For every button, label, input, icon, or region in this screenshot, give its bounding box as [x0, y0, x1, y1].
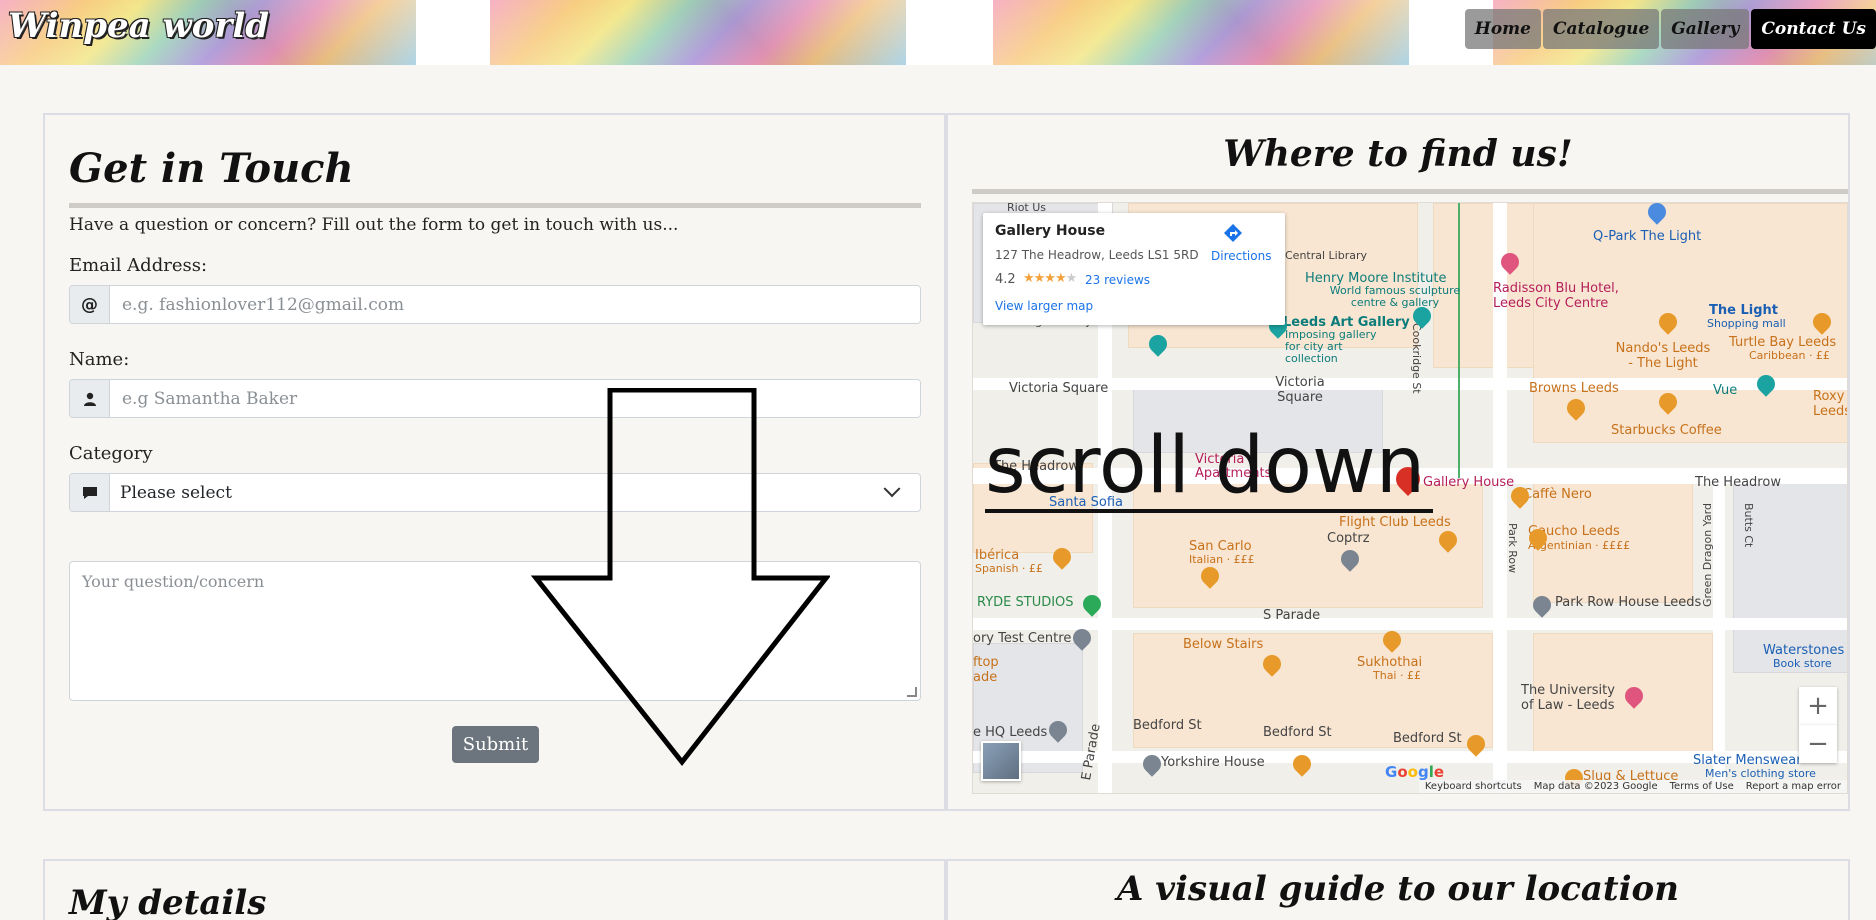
- map-label-univ-law: The University of Law - Leeds: [1521, 683, 1615, 713]
- email-label: Email Address:: [69, 255, 208, 276]
- title-divider: [69, 203, 921, 208]
- user-icon: [70, 380, 110, 417]
- map-label-park-row: Park Row: [1506, 523, 1519, 574]
- map-label-coptrz: Coptrz: [1327, 531, 1370, 546]
- terms-link[interactable]: Terms of Use: [1670, 781, 1734, 792]
- directions-icon[interactable]: [1223, 223, 1243, 243]
- category-selected-value: Please select: [120, 482, 232, 503]
- map-label-hq-leeds: e HQ Leeds: [973, 725, 1048, 740]
- map-label-the-light-sub: Shopping mall: [1707, 317, 1786, 330]
- name-label: Name:: [69, 349, 130, 370]
- comment-icon: [70, 474, 110, 511]
- map-label-s-parade: S Parade: [1263, 608, 1321, 623]
- place-name: Gallery House: [995, 223, 1106, 239]
- map-label-gallery-house-pin: Gallery House: [1423, 475, 1515, 490]
- map-label-henry-moore-sub: World famous sculpture centre & gallery: [1329, 284, 1461, 309]
- map-label-radisson: Radisson Blu Hotel, Leeds City Centre: [1493, 281, 1619, 311]
- nav-home[interactable]: Home: [1464, 9, 1541, 49]
- map-label-nandos: Nando's Leeds - The Light: [1615, 341, 1711, 371]
- map-label-the-headrow: The Headrow: [1695, 475, 1781, 490]
- view-larger-map-link[interactable]: View larger map: [995, 299, 1093, 313]
- site-header: Winpea world Home Catalogue Gallery Cont…: [0, 0, 1876, 65]
- my-details-panel: My details: [43, 859, 946, 920]
- map-label-bedford-st-1: Bedford St: [1133, 718, 1202, 733]
- title-divider: [972, 189, 1848, 194]
- zoom-in-button[interactable]: +: [1799, 687, 1837, 725]
- google-logo: Google: [1385, 763, 1445, 781]
- map-label-turtle-bay-sub: Caribbean · ££: [1749, 349, 1830, 362]
- map-label-starbucks: Starbucks Coffee: [1611, 423, 1722, 438]
- place-rating: 4.2: [995, 272, 1016, 287]
- map-label-park-row-house: Park Row House Leeds: [1555, 595, 1702, 610]
- map-label-ryde: RYDE STUDIOS: [977, 595, 1074, 610]
- report-error-link[interactable]: Report a map error: [1746, 781, 1841, 792]
- map-label-turtle-bay: Turtle Bay Leeds: [1729, 335, 1837, 350]
- message-placeholder: Your question/concern: [82, 572, 265, 591]
- at-icon: @: [70, 286, 110, 323]
- map-label-iberica: Ibérica: [975, 548, 1020, 563]
- map-label-roxy: Roxy Leeds: [1813, 389, 1848, 419]
- map-label-sukhothai-sub: Thai · ££: [1373, 669, 1421, 682]
- category-label: Category: [69, 443, 153, 464]
- scroll-down-hint: scroll down: [985, 421, 1426, 511]
- map-label-central-library: Central Library: [1285, 249, 1368, 262]
- map-label-cookridge-st: Cookridge St: [1410, 323, 1423, 394]
- map-label-leeds-art-gallery-sub: Imposing gallery for city art collection: [1285, 328, 1377, 365]
- map-label-waterstones-sub: Book store: [1773, 657, 1832, 670]
- contact-intro: Have a question or concern? Fill out the…: [69, 215, 679, 235]
- map-label-bedford-st-3: Bedford St: [1393, 731, 1462, 746]
- place-info-card: Gallery House 127 The Headrow, Leeds LS1…: [983, 213, 1285, 325]
- map-label-slater-sub: Men's clothing store: [1705, 767, 1816, 780]
- zoom-out-button[interactable]: −: [1799, 725, 1837, 763]
- map-label-slater: Slater Menswear: [1693, 753, 1802, 768]
- scroll-down-arrow-icon: [530, 388, 830, 767]
- map-label-bedford-st-2: Bedford St: [1263, 725, 1332, 740]
- map-footer: Keyboard shortcuts Map data ©2023 Google…: [1418, 780, 1847, 793]
- location-title: Where to find us!: [1223, 133, 1573, 175]
- map-type-thumbnail[interactable]: [981, 741, 1021, 781]
- map-label-waterstones: Waterstones: [1763, 643, 1845, 658]
- banner-image: [490, 0, 906, 65]
- map-label-iberica-sub: Spanish · ££: [975, 562, 1043, 575]
- visual-guide-panel: A visual guide to our location: [946, 859, 1850, 920]
- submit-button[interactable]: Submit: [452, 726, 539, 763]
- map-label-sukhothai: Sukhothai: [1357, 655, 1423, 670]
- map-label-the-light: The Light: [1709, 303, 1778, 318]
- site-logo[interactable]: Winpea world: [8, 6, 269, 46]
- map-label-san-carlo-sub: Italian · £££: [1189, 553, 1255, 566]
- map-label-caffe-nero: Caffè Nero: [1523, 487, 1592, 502]
- star-rating-icon: ★★★★★: [1023, 271, 1077, 286]
- place-address: 127 The Headrow, Leeds LS1 5RD: [995, 248, 1199, 262]
- reviews-link[interactable]: 23 reviews: [1085, 273, 1150, 287]
- my-details-title: My details: [69, 883, 267, 920]
- email-field-group: @: [69, 285, 921, 324]
- nav-contact-us[interactable]: Contact Us: [1751, 9, 1876, 49]
- map-label-qpark: Q-Park The Light: [1593, 229, 1702, 244]
- map-data-notice: Map data ©2023 Google: [1533, 781, 1658, 792]
- resize-handle[interactable]: [907, 687, 917, 697]
- visual-guide-title: A visual guide to our location: [1117, 869, 1679, 909]
- main-nav: Home Catalogue Gallery Contact Us: [1463, 9, 1876, 49]
- nav-catalogue[interactable]: Catalogue: [1542, 9, 1660, 49]
- map-label-story-test: ory Test Centre: [973, 631, 1072, 646]
- map-label-green-dragon: Green Dragon Yard: [1701, 503, 1714, 607]
- map-label-browns: Browns Leeds: [1529, 381, 1619, 396]
- scroll-down-underline: [985, 509, 1433, 513]
- banner-image: [993, 0, 1409, 65]
- map-label-san-carlo: San Carlo: [1189, 539, 1252, 554]
- nav-gallery[interactable]: Gallery: [1661, 9, 1750, 49]
- map-label-victoria-square-road: Victoria Square: [1009, 381, 1109, 396]
- map-label-flight-club: Flight Club Leeds: [1339, 515, 1451, 530]
- map-label-below-stairs: Below Stairs: [1183, 637, 1264, 652]
- map-label-vue: Vue: [1713, 383, 1738, 398]
- directions-link[interactable]: Directions: [1211, 249, 1271, 263]
- chevron-down-icon: [883, 479, 901, 497]
- contact-title: Get in Touch: [69, 145, 354, 192]
- keyboard-shortcuts-link[interactable]: Keyboard shortcuts: [1425, 781, 1522, 792]
- map-label-victoria-square: Victoria Square: [1275, 375, 1325, 405]
- email-field[interactable]: [110, 286, 920, 323]
- map-label-rooftop: ftop ade: [973, 655, 999, 685]
- map-label-butts-ct: Butts Ct: [1742, 503, 1755, 548]
- map-label-yorkshire-house: Yorkshire House: [1161, 755, 1265, 770]
